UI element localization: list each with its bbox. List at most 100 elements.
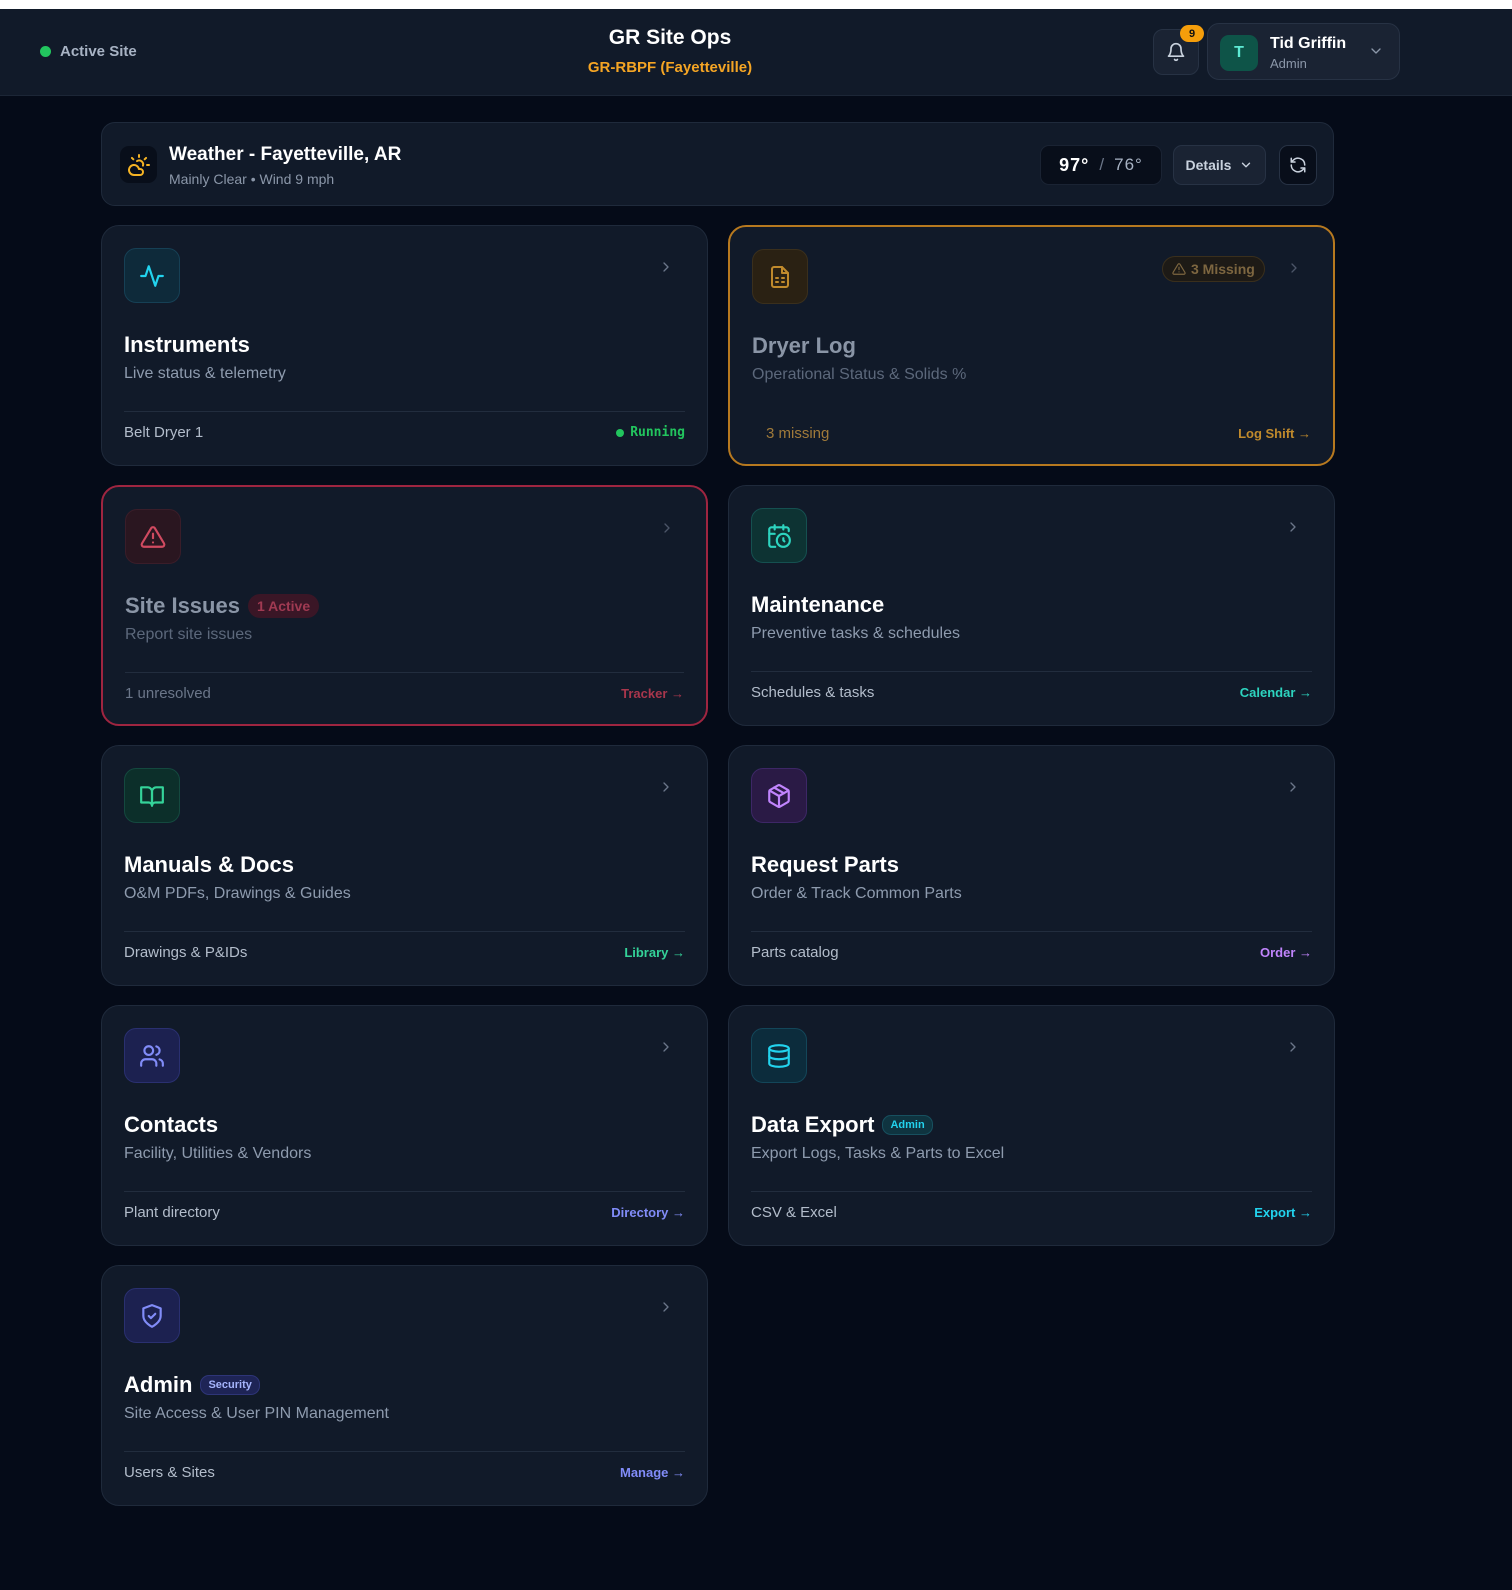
card-admin[interactable]: Admin Security Site Access & User PIN Ma…	[101, 1265, 708, 1506]
users-icon	[124, 1028, 180, 1083]
details-label: Details	[1185, 157, 1232, 173]
divider	[751, 1191, 1312, 1192]
warning-triangle-icon	[125, 509, 181, 564]
card-title: Instruments	[124, 332, 250, 357]
card-description: O&M PDFs, Drawings & Guides	[124, 885, 351, 902]
chevron-right-icon	[1290, 522, 1296, 532]
order-link[interactable]: Order →	[1260, 945, 1312, 960]
card-footer-label: Schedules & tasks	[751, 684, 875, 701]
card-description: Export Logs, Tasks & Parts to Excel	[751, 1145, 1005, 1162]
card-title: Contacts	[124, 1112, 219, 1137]
card-request-parts[interactable]: Request Parts Order & Track Common Parts…	[728, 745, 1335, 986]
card-instruments[interactable]: Instruments Live status & telemetry Belt…	[101, 225, 708, 466]
brand: GR Site Ops GR-RBPF (Fayetteville)	[520, 26, 820, 76]
card-title-row: Instruments	[124, 332, 250, 358]
database-icon	[751, 1028, 807, 1083]
card-title: Admin	[124, 1372, 193, 1397]
calendar-link[interactable]: Calendar →	[1240, 685, 1312, 700]
activity-pulse-icon	[124, 248, 180, 303]
app-title: GR Site Ops	[608, 26, 732, 49]
card-footer-label: 1 unresolved	[125, 685, 211, 702]
refresh-icon	[1290, 157, 1306, 173]
divider	[751, 671, 1312, 672]
card-title-row: Maintenance	[751, 592, 884, 618]
divider	[751, 931, 1312, 932]
card-contacts[interactable]: Contacts Facility, Utilities & Vendors P…	[101, 1005, 708, 1246]
tracker-link[interactable]: Tracker →	[621, 686, 684, 701]
status-dot	[40, 46, 51, 57]
avatar: T	[1220, 35, 1258, 71]
divider	[124, 1191, 685, 1192]
card-title-row: Contacts	[124, 1112, 218, 1138]
card-title-row: Request Parts	[751, 852, 899, 878]
open-book-icon	[124, 768, 180, 823]
card-footer-label: Parts catalog	[751, 944, 839, 961]
status-dot	[616, 428, 625, 437]
window-top-edge	[0, 0, 1512, 9]
card-title: Dryer Log	[752, 333, 856, 358]
card-manuals-docs[interactable]: Manuals & Docs O&M PDFs, Drawings & Guid…	[101, 745, 708, 986]
log-shift-link[interactable]: Log Shift →	[1238, 426, 1311, 441]
card-data-export[interactable]: Data Export Admin Export Logs, Tasks & P…	[728, 1005, 1335, 1246]
card-dryer-log[interactable]: 3 Missing Dryer Log Operational Status &…	[728, 225, 1335, 466]
card-description: Order & Track Common Parts	[751, 885, 962, 902]
active-count-badge: 1 Active	[247, 594, 320, 618]
chevron-right-icon	[1291, 263, 1297, 273]
library-link[interactable]: Library →	[624, 945, 685, 960]
temperature-readout: 97° / 76°	[1040, 145, 1162, 185]
card-footer-label: Drawings & P&IDs	[124, 944, 248, 961]
manage-link[interactable]: Manage →	[620, 1465, 685, 1480]
admin-badge: Admin	[882, 1115, 933, 1135]
card-title: Request Parts	[751, 852, 899, 877]
divider	[124, 411, 685, 412]
bell-icon	[1167, 42, 1185, 62]
missing-badge-label: 3 Missing	[1191, 261, 1255, 277]
user-menu-button[interactable]: T Tid Griffin Admin	[1207, 23, 1400, 80]
temp-high: 97°	[1059, 154, 1090, 175]
weather-refresh-button[interactable]	[1279, 145, 1317, 185]
user-name: Tid Griffin	[1270, 35, 1347, 52]
site-name: GR-RBPF (Fayetteville)	[587, 59, 753, 76]
temp-low: 76°	[1114, 155, 1143, 174]
card-site-issues[interactable]: Site Issues 1 Active Report site issues …	[101, 485, 708, 726]
card-description: Report site issues	[125, 626, 253, 643]
notifications-button[interactable]: 9	[1153, 25, 1204, 75]
chevron-right-icon	[1290, 782, 1296, 792]
package-box-icon	[751, 768, 807, 823]
directory-link[interactable]: Directory →	[611, 1205, 685, 1220]
card-description: Live status & telemetry	[124, 365, 286, 382]
running-status: Running	[616, 425, 685, 440]
calendar-clock-icon	[751, 508, 807, 563]
chevron-right-icon	[663, 1302, 669, 1312]
chevron-right-icon	[1290, 1042, 1296, 1052]
card-footer-label: 3 missing	[766, 425, 830, 442]
card-description: Site Access & User PIN Management	[124, 1405, 389, 1422]
card-title: Data Export	[751, 1112, 875, 1137]
missing-badge: 3 Missing	[1162, 256, 1265, 282]
weather-panel: Weather - Fayetteville, AR Mainly Clear …	[101, 122, 1334, 206]
card-description: Preventive tasks & schedules	[751, 625, 960, 642]
card-title: Site Issues	[125, 593, 240, 618]
card-footer-label: Belt Dryer 1	[124, 424, 204, 441]
divider	[124, 931, 685, 932]
card-footer-label: Plant directory	[124, 1204, 220, 1221]
shield-check-icon	[124, 1288, 180, 1343]
card-title-row: Data Export Admin	[751, 1112, 933, 1138]
app-header: Active Site GR Site Ops GR-RBPF (Fayette…	[0, 9, 1512, 96]
user-role: Admin	[1270, 56, 1307, 71]
site-status: Active Site	[40, 43, 137, 60]
card-footer-label: CSV & Excel	[751, 1204, 837, 1221]
weather-title: Weather - Fayetteville, AR	[169, 144, 402, 165]
running-label: Running	[630, 425, 685, 440]
export-link[interactable]: Export →	[1254, 1205, 1312, 1220]
card-title: Maintenance	[751, 592, 885, 617]
site-status-label: Active Site	[60, 43, 137, 60]
chevron-down-icon	[1242, 162, 1251, 168]
chevron-right-icon	[663, 782, 669, 792]
card-title-row: Site Issues 1 Active	[125, 593, 320, 619]
card-maintenance[interactable]: Maintenance Preventive tasks & schedules…	[728, 485, 1335, 726]
chevron-down-icon	[1371, 48, 1381, 54]
chevron-right-icon	[663, 262, 669, 272]
card-description: Operational Status & Solids %	[752, 366, 967, 383]
weather-details-button[interactable]: Details	[1173, 145, 1266, 185]
